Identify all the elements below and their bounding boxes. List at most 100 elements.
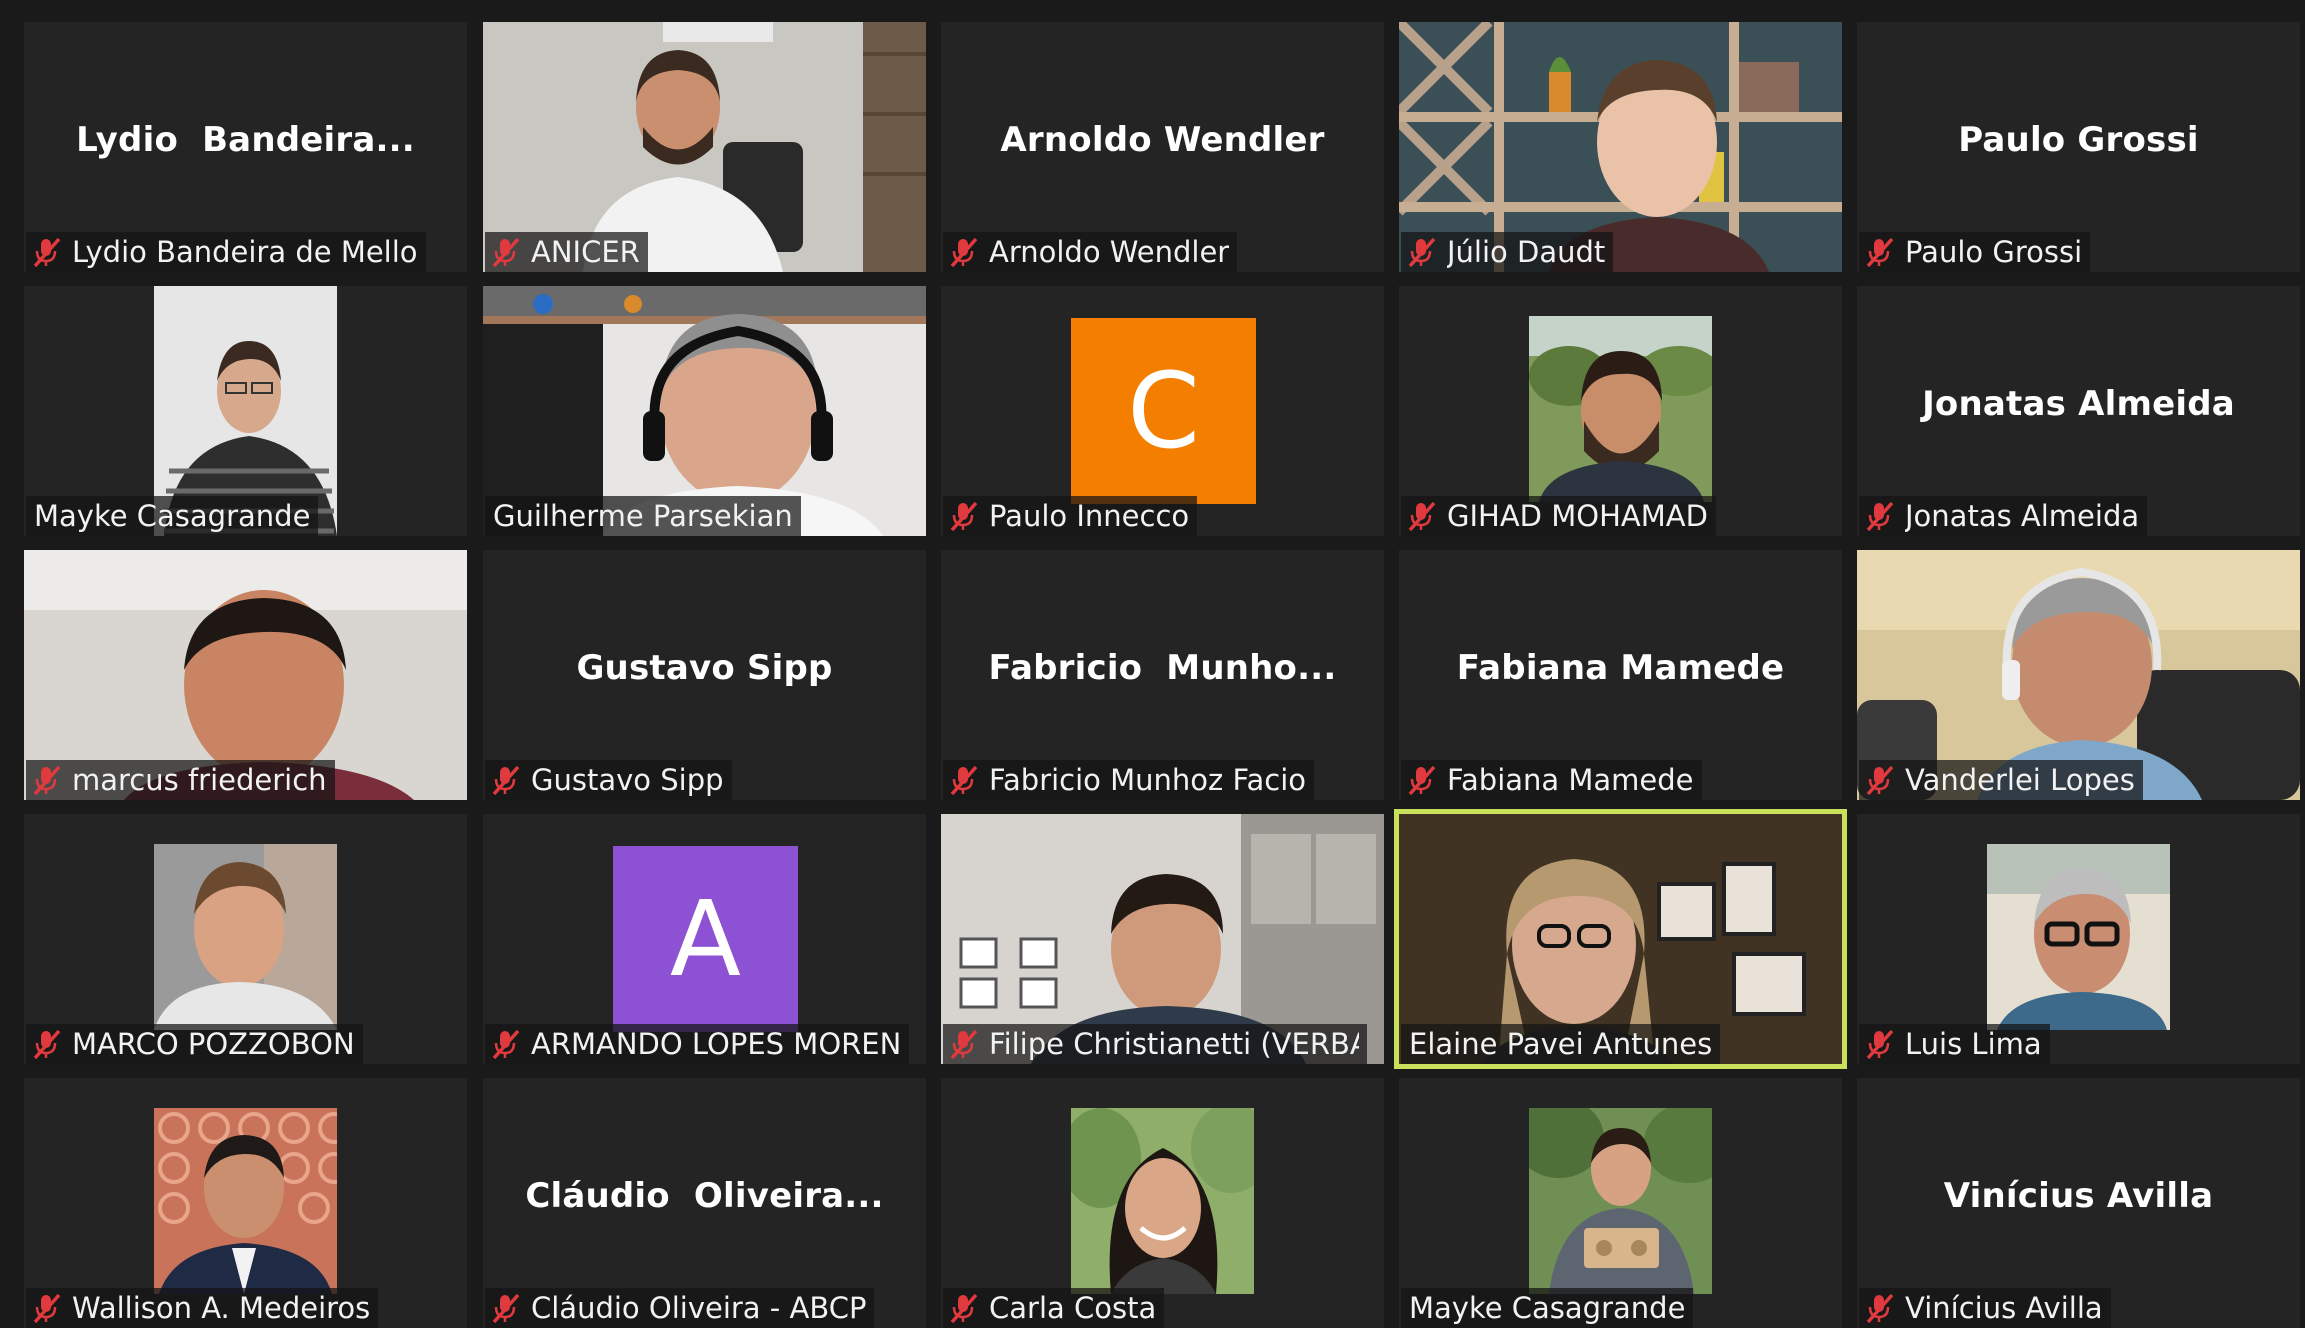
participant-tile-marco[interactable]: MARCO POZZOBON xyxy=(24,814,467,1064)
participant-tile-elaine-active-speaker[interactable]: Elaine Pavei Antunes xyxy=(1394,809,1847,1069)
participant-tile-vinicius[interactable]: Vinícius Avilla Vinícius Avilla xyxy=(1857,1078,2300,1328)
participant-tile-vanderlei[interactable]: Vanderlei Lopes xyxy=(1857,550,2300,800)
participant-name-tag: ANICER xyxy=(485,232,648,272)
muted-mic-icon xyxy=(950,1029,978,1060)
participant-name-tag: Jonatas Almeida xyxy=(1859,496,2148,536)
participant-tile-carla[interactable]: Carla Costa xyxy=(941,1078,1384,1328)
participant-tile-guilherme[interactable]: Guilherme Parsekian xyxy=(483,286,926,536)
muted-mic-icon xyxy=(33,1029,61,1060)
participant-tile-jonatas[interactable]: Jonatas Almeida Jonatas Almeida xyxy=(1857,286,2300,536)
muted-mic-icon xyxy=(33,1293,61,1324)
participant-name-label: Cláudio Oliveira - ABCP xyxy=(531,1291,867,1325)
participant-video xyxy=(1529,1108,1712,1294)
participant-tile-paulo-grossi[interactable]: Paulo Grossi Paulo Grossi xyxy=(1857,22,2300,272)
muted-mic-icon xyxy=(33,237,61,268)
participant-video xyxy=(1987,844,2170,1030)
participant-tile-paulo-innecco[interactable]: C Paulo Innecco xyxy=(941,286,1384,536)
participant-name-tag: Arnoldo Wendler xyxy=(943,232,1238,272)
participant-name-tag: Filipe Christianetti (VERBA... xyxy=(943,1024,1367,1064)
participant-name-label: Júlio Daudt xyxy=(1447,235,1606,269)
participant-tile-arnoldo[interactable]: Arnoldo Wendler Arnoldo Wendler xyxy=(941,22,1384,272)
participant-tile-filipe[interactable]: Filipe Christianetti (VERBA... xyxy=(941,814,1384,1064)
participant-name-tag: Guilherme Parsekian xyxy=(485,496,801,536)
participant-name-label: Vinícius Avilla xyxy=(1905,1291,2103,1325)
participant-display-name: Paulo Grossi xyxy=(1958,120,2199,160)
gallery-view: Lydio Bandeira... Lydio Bandeira de Mell… xyxy=(0,0,2305,1328)
muted-mic-icon xyxy=(1408,501,1436,532)
participant-name-label: Arnoldo Wendler xyxy=(989,235,1230,269)
participant-name-label: Gustavo Sipp xyxy=(531,763,724,797)
participant-tile-gihad[interactable]: GIHAD MOHAMAD xyxy=(1399,286,1842,536)
participant-name-tag: GIHAD MOHAMAD xyxy=(1401,496,1716,536)
muted-mic-icon xyxy=(1866,501,1894,532)
participant-name-tag: Elaine Pavei Antunes xyxy=(1401,1024,1721,1064)
muted-mic-icon xyxy=(1866,765,1894,796)
participant-display-name: Vinícius Avilla xyxy=(1943,1176,2214,1216)
muted-mic-icon xyxy=(950,765,978,796)
participant-name-label: Guilherme Parsekian xyxy=(493,499,793,533)
participant-name-tag: Mayke Casagrande xyxy=(26,496,319,536)
participant-tile-armando[interactable]: A ARMANDO LOPES MOREN... xyxy=(483,814,926,1064)
participant-name-label: Fabiana Mamede xyxy=(1447,763,1694,797)
muted-mic-icon xyxy=(1408,765,1436,796)
participant-name-label: Luis Lima xyxy=(1905,1027,2042,1061)
participant-video xyxy=(1071,1108,1254,1294)
participant-name-label: Mayke Casagrande xyxy=(34,499,311,533)
participant-name-label: marcus friederich xyxy=(72,763,327,797)
participant-name-label: MARCO POZZOBON xyxy=(72,1027,355,1061)
participant-tile-gustavo[interactable]: Gustavo Sipp Gustavo Sipp xyxy=(483,550,926,800)
participant-video xyxy=(154,1108,337,1294)
participant-tile-fabricio[interactable]: Fabricio Munho... Fabricio Munhoz Facio xyxy=(941,550,1384,800)
participant-video xyxy=(154,844,337,1030)
participant-name-label: ANICER xyxy=(531,235,640,269)
muted-mic-icon xyxy=(33,765,61,796)
participant-name-tag: Júlio Daudt xyxy=(1401,232,1614,272)
participant-name-tag: Carla Costa xyxy=(943,1288,1165,1328)
participant-name-tag: Paulo Grossi xyxy=(1859,232,2091,272)
participant-tile-marcus[interactable]: marcus friederich xyxy=(24,550,467,800)
participant-display-name: Fabricio Munho... xyxy=(988,648,1337,688)
participant-name-tag: Cláudio Oliveira - ABCP xyxy=(485,1288,875,1328)
participant-display-name: Lydio Bandeira... xyxy=(76,120,415,160)
participant-name-label: Vanderlei Lopes xyxy=(1905,763,2135,797)
participant-tile-lydio[interactable]: Lydio Bandeira... Lydio Bandeira de Mell… xyxy=(24,22,467,272)
participant-tile-anicer[interactable]: ANICER xyxy=(483,22,926,272)
muted-mic-icon xyxy=(492,237,520,268)
participant-name-tag: Paulo Innecco xyxy=(943,496,1198,536)
participant-name-tag: Mayke Casagrande xyxy=(1401,1288,1694,1328)
participant-tile-mayke-1[interactable]: Mayke Casagrande xyxy=(24,286,467,536)
muted-mic-icon xyxy=(950,501,978,532)
avatar: C xyxy=(1071,318,1256,504)
participant-name-tag: Wallison A. Medeiros xyxy=(26,1288,379,1328)
muted-mic-icon xyxy=(492,1029,520,1060)
muted-mic-icon xyxy=(492,765,520,796)
participant-name-label: Fabricio Munhoz Facio xyxy=(989,763,1307,797)
avatar: A xyxy=(613,846,798,1032)
participant-name-label: Wallison A. Medeiros xyxy=(72,1291,371,1325)
participant-tile-luis[interactable]: Luis Lima xyxy=(1857,814,2300,1064)
participant-name-label: Filipe Christianetti (VERBA... xyxy=(989,1027,1359,1061)
participant-name-label: Paulo Grossi xyxy=(1905,235,2083,269)
participant-video xyxy=(1529,316,1712,502)
participant-name-label: Jonatas Almeida xyxy=(1905,499,2140,533)
muted-mic-icon xyxy=(1866,1029,1894,1060)
participant-name-tag: MARCO POZZOBON xyxy=(26,1024,363,1064)
muted-mic-icon xyxy=(950,1293,978,1324)
participant-name-label: Lydio Bandeira de Mello xyxy=(72,235,418,269)
participant-name-label: ARMANDO LOPES MOREN... xyxy=(531,1027,901,1061)
participant-tile-wallison[interactable]: Wallison A. Medeiros xyxy=(24,1078,467,1328)
participant-display-name: Jonatas Almeida xyxy=(1922,384,2235,424)
participant-name-tag: Vinícius Avilla xyxy=(1859,1288,2111,1328)
participant-tile-julio[interactable]: Júlio Daudt xyxy=(1399,22,1842,272)
participant-name-label: Mayke Casagrande xyxy=(1409,1291,1686,1325)
participant-name-tag: Luis Lima xyxy=(1859,1024,2050,1064)
participant-name-tag: ARMANDO LOPES MOREN... xyxy=(485,1024,909,1064)
participant-name-label: GIHAD MOHAMAD xyxy=(1447,499,1708,533)
participant-tile-fabiana[interactable]: Fabiana Mamede Fabiana Mamede xyxy=(1399,550,1842,800)
participant-display-name: Arnoldo Wendler xyxy=(1000,120,1325,160)
muted-mic-icon xyxy=(1866,237,1894,268)
participant-tile-claudio[interactable]: Cláudio Oliveira... Cláudio Oliveira - A… xyxy=(483,1078,926,1328)
participant-name-tag: Lydio Bandeira de Mello xyxy=(26,232,426,272)
participant-name-tag: Gustavo Sipp xyxy=(485,760,732,800)
participant-tile-mayke-2[interactable]: Mayke Casagrande xyxy=(1399,1078,1842,1328)
